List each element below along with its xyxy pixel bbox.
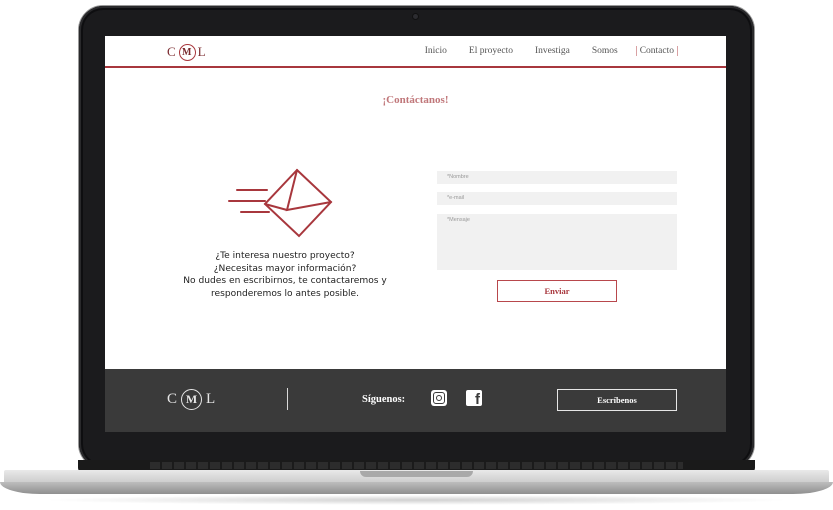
logo-letter-l: L [197, 44, 207, 59]
send-button[interactable]: Enviar [497, 280, 617, 302]
facebook-icon[interactable]: f [466, 390, 482, 406]
logo-letter-c: C [167, 44, 177, 59]
keyboard-edge [150, 462, 683, 469]
nav-item-contacto[interactable]: Contacto [635, 46, 678, 56]
nav-item-investiga[interactable]: Investiga [535, 46, 570, 56]
nav-item-inicio[interactable]: Inicio [425, 46, 447, 56]
copy-line-1: ¿Te interesa nuestro proyecto? [215, 251, 355, 261]
instagram-icon[interactable] [431, 390, 447, 406]
footer-logo[interactable]: C M L [167, 389, 218, 410]
footer: C M L Síguenos: f Escríbenos [105, 369, 726, 432]
footer-logo-letter-l: L [206, 391, 219, 407]
footer-logo-letter-c: C [167, 391, 181, 407]
laptop-shadow [40, 495, 793, 505]
screen: C M L Inicio El proyecto Investiga Somos… [105, 36, 726, 432]
message-field[interactable]: *Mensaje [437, 214, 677, 270]
footer-divider [287, 388, 288, 410]
envelope-icon [228, 168, 333, 238]
laptop-notch [360, 471, 473, 477]
site-logo[interactable]: C M L [167, 42, 207, 62]
contact-copy: ¿Te interesa nuestro proyecto? ¿Necesita… [175, 250, 395, 300]
page-title: ¡Contáctanos! [382, 94, 449, 106]
copy-line-2: ¿Necesitas mayor información? [213, 263, 357, 274]
nav-item-el-proyecto[interactable]: El proyecto [469, 46, 513, 56]
copy-line-3: No dudes en escribirnos, te contactaremo… [183, 276, 387, 286]
nav-item-somos[interactable]: Somos [592, 46, 618, 56]
copy-line-4: responderemos lo antes posible. [210, 288, 359, 299]
logo-letter-m: M [178, 43, 196, 61]
footer-logo-letter-m: M [181, 389, 203, 410]
follow-label: Síguenos: [362, 394, 406, 405]
email-field[interactable]: *e-mail [437, 192, 677, 205]
name-field[interactable]: *Nombre [437, 171, 677, 184]
write-us-button[interactable]: Escríbenos [557, 389, 677, 411]
nav-menu: Inicio El proyecto Investiga Somos Conta… [403, 46, 678, 56]
laptop-base-bottom [0, 482, 833, 494]
camera-icon [413, 14, 418, 19]
top-nav: C M L Inicio El proyecto Investiga Somos… [105, 36, 726, 68]
